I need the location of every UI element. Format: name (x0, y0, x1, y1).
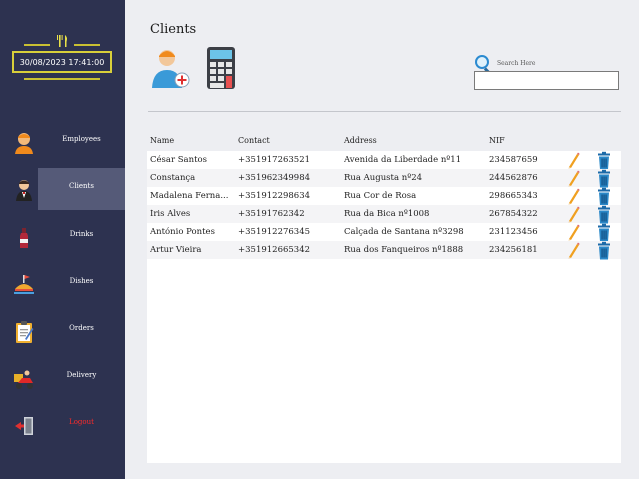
cell-name: Madalena Ferna... (150, 191, 229, 201)
cell-nif: 234587659 (489, 155, 538, 165)
cell-nif: 234256181 (489, 245, 538, 255)
cell-contact: +35191762342 (238, 209, 305, 219)
edit-pencil-icon[interactable] (566, 152, 580, 169)
sidebar-item-orders[interactable]: Orders (0, 310, 125, 352)
cell-address: Rua Augusta nº24 (344, 173, 423, 183)
clock-rule-right (74, 44, 100, 46)
table-row[interactable]: César Santos +351917263521 Avenida da Libe… (147, 151, 621, 170)
add-client-icon[interactable] (150, 46, 190, 90)
cell-contact: +351917263521 (238, 155, 311, 165)
cell-nif: 298665343 (489, 191, 538, 201)
cell-nif: 244562876 (489, 173, 538, 183)
delete-trash-icon[interactable] (597, 223, 611, 242)
sidebar-item-label: Logout (69, 418, 94, 426)
cell-name: Constança (150, 173, 196, 183)
clock-widget: 30/08/2023 17:41:00 (10, 35, 114, 86)
cell-name: Íris Alves (150, 209, 191, 219)
sidebar-item-label: Employees (62, 135, 101, 143)
table-row[interactable]: Íris Alves +35191762342 Rua da Bica nº1008… (147, 205, 621, 224)
edit-pencil-icon[interactable] (566, 206, 580, 223)
search-input[interactable] (474, 71, 619, 90)
cell-contact: +351912665342 (238, 245, 311, 255)
waiter-icon (16, 180, 32, 201)
sidebar-item-employees[interactable]: Employees (0, 121, 125, 163)
edit-pencil-icon[interactable] (566, 170, 580, 187)
delete-trash-icon[interactable] (597, 151, 611, 170)
sidebar-item-label: Delivery (66, 371, 97, 379)
sidebar-item-logout[interactable]: Logout (0, 404, 125, 446)
cell-address: Avenida da Liberdade nº11 (344, 155, 462, 165)
cell-nif: 267854322 (489, 209, 538, 219)
cell-nif: 231123456 (489, 227, 538, 237)
delete-trash-icon[interactable] (597, 169, 611, 188)
clock-rule-bottom (24, 78, 100, 80)
employee-icon (15, 133, 33, 154)
cell-name: António Pontes (150, 227, 215, 237)
cell-address: Calçada de Santana nº3298 (344, 227, 464, 237)
cell-address: Rua Cor de Rosa (344, 191, 417, 201)
cell-contact: +351912276345 (238, 227, 311, 237)
edit-pencil-icon[interactable] (566, 242, 580, 259)
fork-knife-icon (57, 35, 67, 47)
cell-address: Rua da Bica nº1008 (344, 209, 430, 219)
table-header: Name Contact Address NIF (147, 131, 621, 151)
door-icon (15, 417, 33, 435)
sidebar-item-label: Clients (69, 182, 94, 190)
delete-trash-icon[interactable] (597, 205, 611, 224)
clients-table: Name Contact Address NIF César Santos +35… (147, 131, 621, 463)
table-row[interactable]: António Pontes +351912276345 Calçada de Sa… (147, 223, 621, 242)
edit-pencil-icon[interactable] (566, 188, 580, 205)
search-label: Search Here (497, 60, 536, 67)
cell-contact: +351912298634 (238, 191, 311, 201)
calculator-icon[interactable] (206, 46, 236, 90)
cell-name: Artur Vieira (150, 245, 202, 255)
column-header-nif[interactable]: NIF (489, 136, 505, 145)
sidebar-item-dishes[interactable]: Dishes (0, 263, 125, 305)
delete-trash-icon[interactable] (597, 187, 611, 206)
cell-address: Rua dos Fanqueiros nº1888 (344, 245, 464, 255)
sidebar: 30/08/2023 17:41:00 Employees Clients Dr… (0, 0, 125, 479)
column-header-address[interactable]: Address (344, 136, 377, 145)
delete-trash-icon[interactable] (597, 241, 611, 260)
scooter-icon (14, 370, 33, 389)
sidebar-item-drinks[interactable]: Drinks (0, 216, 125, 258)
sidebar-item-delivery[interactable]: Delivery (0, 357, 125, 399)
table-row[interactable]: Artur Vieira +351912665342 Rua dos Fanquei… (147, 241, 621, 260)
sidebar-item-label: Drinks (69, 230, 94, 238)
dish-icon (14, 275, 34, 294)
edit-pencil-icon[interactable] (566, 224, 580, 241)
page-title: Clients (150, 22, 197, 37)
clipboard-icon (16, 321, 34, 343)
table-row[interactable]: Madalena Ferna... +351912298634 Rua Cor de… (147, 187, 621, 206)
bottle-icon (20, 228, 28, 248)
sidebar-item-label: Orders (69, 324, 94, 332)
cell-contact: +351962349984 (238, 173, 311, 183)
table-row[interactable]: Constança +351962349984 Rua Augusta nº24 24… (147, 169, 621, 188)
clock-rule-left (24, 44, 50, 46)
column-header-name[interactable]: Name (150, 136, 174, 145)
clock-display: 30/08/2023 17:41:00 (12, 51, 112, 73)
sidebar-item-label: Dishes (69, 277, 94, 285)
divider (148, 111, 621, 112)
sidebar-item-clients[interactable]: Clients (0, 168, 125, 210)
cell-name: César Santos (150, 155, 207, 165)
column-header-contact[interactable]: Contact (238, 136, 270, 145)
